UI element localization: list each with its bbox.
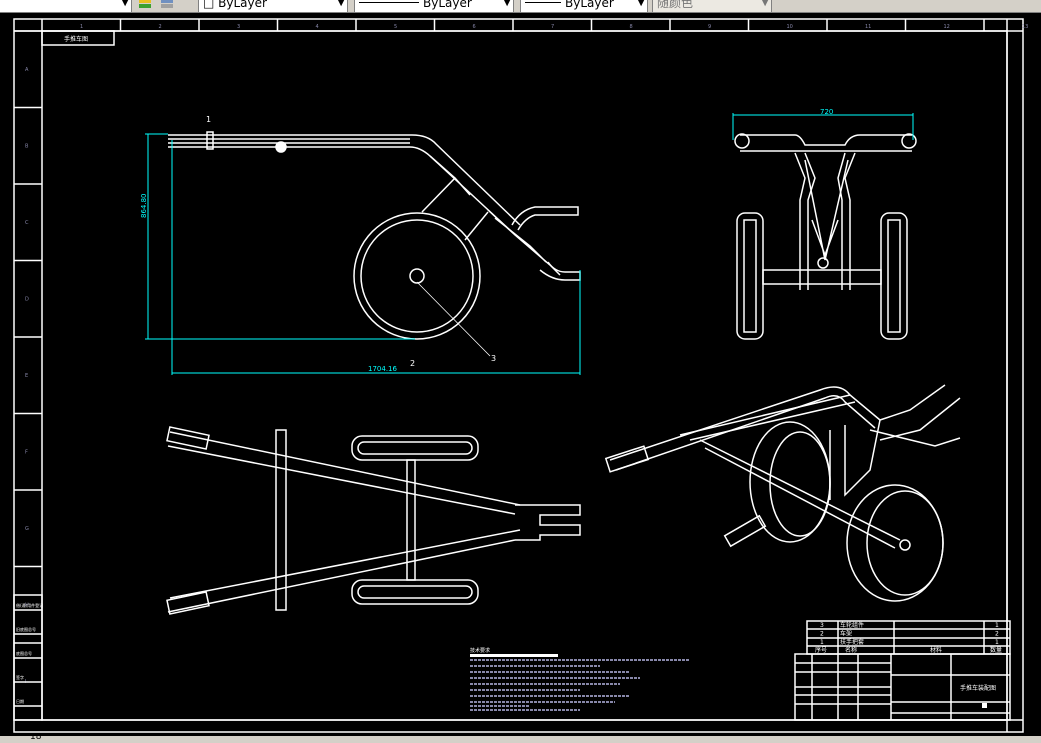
properties-toolbar: ▼ □ ByLayer ▼ ByLayer ▼ ByLayer ▼ 随颜色 ▼ xyxy=(0,0,1041,13)
ruler-top-label: 10 xyxy=(787,24,793,30)
lineweight-control-dropdown[interactable]: ByLayer ▼ xyxy=(520,0,648,12)
part-qty: 2 xyxy=(995,631,999,638)
lineweight-value: ByLayer xyxy=(565,0,614,10)
layer-previous-icon[interactable] xyxy=(160,0,174,10)
left-table-label: 签字 xyxy=(16,674,24,680)
parts-list xyxy=(806,620,1011,655)
dimension-height: 864.80 xyxy=(140,194,148,219)
part-qty: 1 xyxy=(995,622,999,629)
drawing-number-text: 手推车图 xyxy=(64,35,88,43)
part-no: 3 xyxy=(820,622,824,629)
command-status-bar: 18 xyxy=(0,736,1041,743)
chevron-down-icon: ▼ xyxy=(337,0,345,8)
linetype-control-dropdown[interactable]: ByLayer ▼ xyxy=(354,0,514,12)
ruler-left-label: D xyxy=(25,297,29,303)
chevron-down-icon: ▼ xyxy=(761,0,769,8)
part-qty: 1 xyxy=(995,639,999,646)
balloon-1: 1 xyxy=(206,115,211,124)
title-block-name: 手推车装配图 xyxy=(960,684,996,692)
ruler-top-label: 2 xyxy=(159,24,162,30)
ruler-top-label: 9 xyxy=(708,24,711,30)
side-view xyxy=(168,131,581,357)
left-table-label: 底图总号 xyxy=(16,650,32,656)
ruler-top-label: 1 xyxy=(80,24,83,30)
left-table-label: 旧底图总号 xyxy=(16,626,36,632)
parts-header-name: 名称 xyxy=(845,646,857,654)
ruler-top-label: 3 xyxy=(237,24,240,30)
ruler-top-label: 7 xyxy=(551,24,554,30)
linetype-value: ByLayer xyxy=(423,0,472,10)
plotstyle-value: 随颜色 xyxy=(657,0,694,10)
ruler-top-label: 11 xyxy=(865,24,871,30)
side-view-dimensions xyxy=(145,133,581,375)
ruler-left-label: E xyxy=(25,373,28,379)
coordinate-readout: 18 xyxy=(30,736,42,742)
balloon-2: 2 xyxy=(410,359,415,368)
layer-control-dropdown[interactable]: ▼ xyxy=(0,0,132,12)
outer-frame xyxy=(13,18,1024,733)
ruler-top-label: 13 xyxy=(1022,24,1028,30)
part-name: 车架 xyxy=(840,630,852,638)
ruler-top-label: 4 xyxy=(316,24,319,30)
isometric-view xyxy=(604,384,961,602)
parts-header-qty: 数量 xyxy=(990,646,1002,654)
ruler-top: 1 2 3 4 5 6 7 8 9 10 11 12 13 xyxy=(41,19,1028,31)
ruler-top-label: 6 xyxy=(473,24,476,30)
ruler-top-label: 5 xyxy=(394,24,397,30)
chevron-down-icon: ▼ xyxy=(503,0,511,8)
color-value: ByLayer xyxy=(218,0,267,10)
parts-header-material: 材料 xyxy=(930,646,942,654)
dimension-length: 1704.16 xyxy=(368,365,397,373)
ruler-left-label: C xyxy=(25,220,29,226)
dimension-width: 720 xyxy=(820,108,833,116)
balloon-3: 3 xyxy=(491,354,496,363)
front-view-dimension xyxy=(732,113,914,140)
left-table-label: 借(通)用件登记 xyxy=(16,602,43,608)
layer-states-icon[interactable] xyxy=(138,0,152,10)
ruler-left-label: F xyxy=(25,450,28,456)
ruler-left-label: B xyxy=(25,144,29,150)
parts-header-no: 序号 xyxy=(815,646,827,654)
chevron-down-icon: ▼ xyxy=(637,0,645,8)
drawing-canvas[interactable]: 12345678910111213 ABCDEFGHI 手推车图 864.80 … xyxy=(0,13,1041,736)
plotstyle-control-dropdown[interactable]: 随颜色 ▼ xyxy=(652,0,772,12)
technical-notes: 技术要求 xyxy=(470,647,690,711)
part-name: 车轮组件 xyxy=(840,621,864,629)
ruler-left-label: G xyxy=(25,526,29,532)
left-table-label: 日期 xyxy=(16,698,24,704)
ruler-left: ABCDEFGHI xyxy=(14,30,42,685)
part-no: 2 xyxy=(820,631,824,638)
top-view xyxy=(166,426,581,615)
front-view xyxy=(734,133,917,340)
ruler-top-label: 8 xyxy=(630,24,633,30)
chevron-down-icon: ▼ xyxy=(121,0,129,8)
part-no: 1 xyxy=(820,639,824,646)
notes-title: 技术要求 xyxy=(470,647,490,654)
ruler-left-label: A xyxy=(25,67,29,73)
color-control-dropdown[interactable]: □ ByLayer ▼ xyxy=(198,0,348,12)
part-name: 扶手把套 xyxy=(840,638,864,646)
ruler-top-label: 12 xyxy=(944,24,950,30)
